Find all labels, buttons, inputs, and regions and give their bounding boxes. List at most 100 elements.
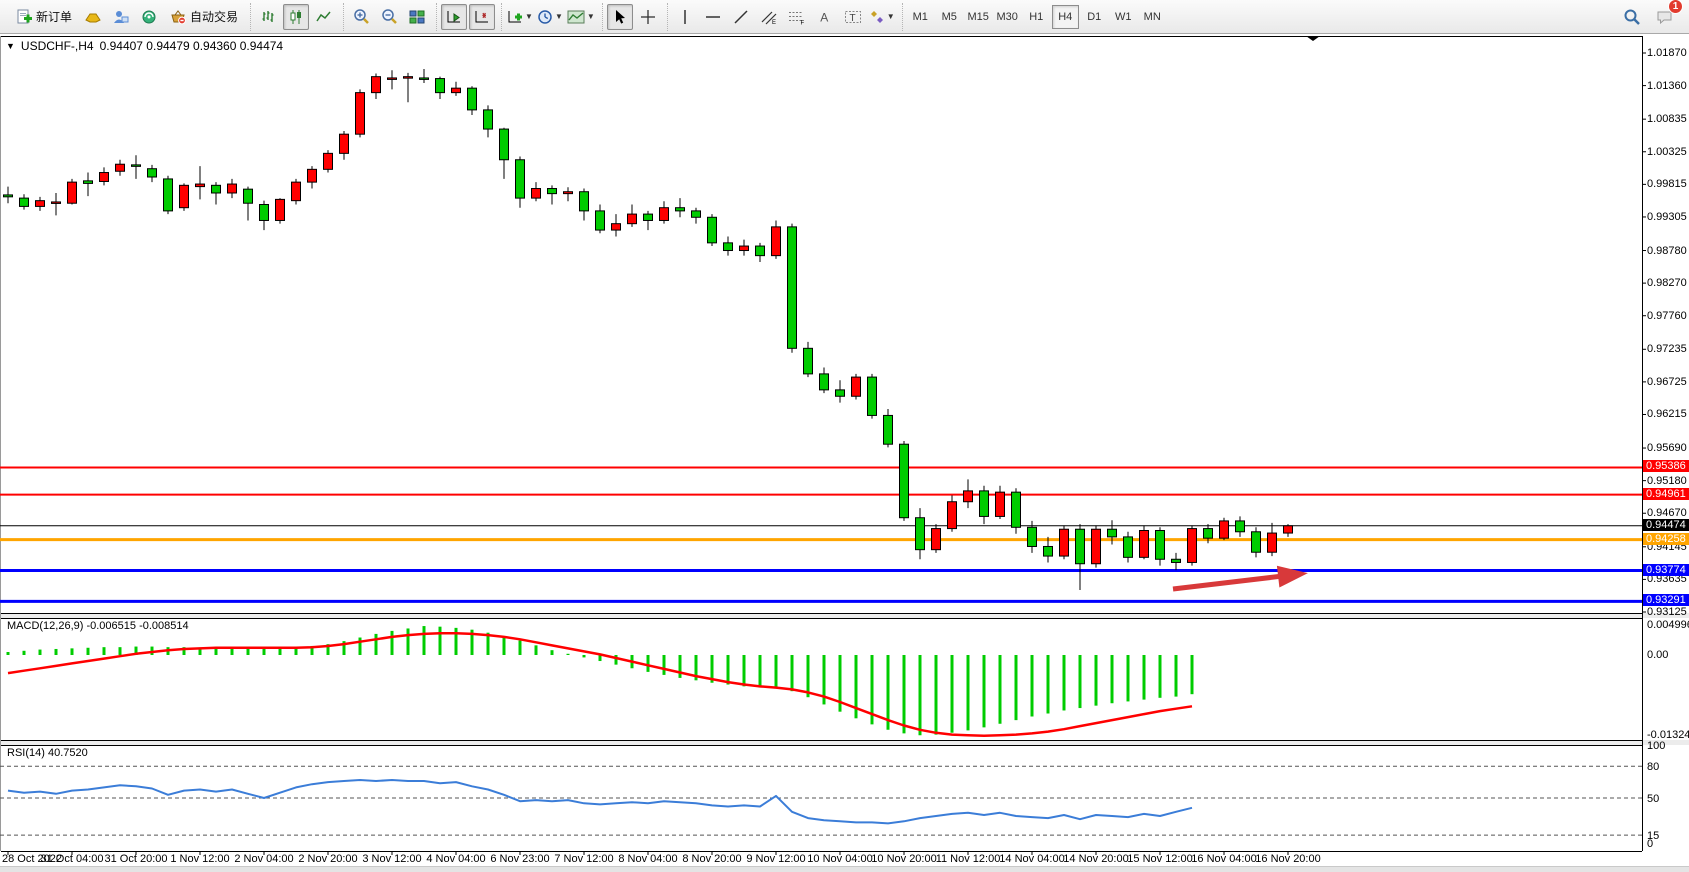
templates-dropdown-arrow: ▼ [587, 12, 595, 21]
new-order-icon [16, 9, 32, 25]
price-tick: 1.00835 [1647, 113, 1687, 125]
navigator-button[interactable] [136, 4, 162, 30]
price-tag: 0.93774 [1643, 564, 1689, 576]
text-label-button[interactable]: T [840, 4, 866, 30]
zoom-in-button[interactable] [348, 4, 374, 30]
timeframe-h4[interactable]: H4 [1052, 5, 1079, 29]
tile-windows-button[interactable] [404, 4, 430, 30]
time-label: 10 Nov 04:00 [807, 853, 872, 865]
timeframe-h1[interactable]: H1 [1023, 5, 1050, 29]
periods-dropdown-arrow: ▼ [555, 12, 563, 21]
templates-button[interactable]: ▼ [566, 4, 596, 30]
macd-indicator-label: MACD(12,26,9) -0.006515 -0.008514 [7, 620, 189, 632]
arrows-tool-button[interactable]: ▼ [868, 4, 896, 30]
svg-text:T: T [849, 12, 855, 23]
periods-button[interactable]: ▼ [536, 4, 564, 30]
horizontal-line-icon [705, 9, 721, 25]
time-label: 8 Nov 20:00 [682, 853, 741, 865]
line-chart-button[interactable] [311, 4, 337, 30]
objects-group: ▼ ▼ ▼ [501, 3, 600, 31]
rsi-tick: 100 [1647, 740, 1665, 752]
vertical-line-icon [677, 9, 693, 25]
profiles-button[interactable] [80, 4, 106, 30]
chart-shift-marker [1306, 36, 1320, 41]
price-tag: 0.95386 [1643, 460, 1689, 472]
lines-group: E F A T ▼ [667, 3, 900, 31]
timeframe-m30[interactable]: M30 [994, 5, 1021, 29]
equidistant-channel-icon: E [760, 9, 778, 25]
periods-icon [537, 9, 553, 25]
trade-group: 新订单 自动交易 [6, 3, 248, 31]
crosshair-button[interactable] [635, 4, 661, 30]
svg-text:F: F [800, 20, 804, 25]
auto-scroll-button[interactable] [441, 4, 467, 30]
horizontal-line-button[interactable] [700, 4, 726, 30]
chart-shift-icon [474, 9, 490, 25]
time-label: 31 Oct 04:00 [41, 853, 104, 865]
annotation-arrow-head [1277, 566, 1308, 588]
candlestick-chart-button[interactable] [283, 4, 309, 30]
zoom-out-button[interactable] [376, 4, 402, 30]
trendline-button[interactable] [728, 4, 754, 30]
timeframe-m15[interactable]: M15 [965, 5, 992, 29]
time-label: 10 Nov 20:00 [871, 853, 936, 865]
line-chart-icon [316, 9, 332, 25]
templates-icon [567, 9, 585, 25]
price-tick: 0.98780 [1647, 245, 1687, 257]
timeframe-m5[interactable]: M5 [936, 5, 963, 29]
crosshair-icon [640, 9, 656, 25]
time-label: 9 Nov 12:00 [746, 853, 805, 865]
macd-tick: 0.00 [1647, 649, 1668, 661]
rsi-tick: 80 [1647, 761, 1659, 773]
time-label: 1 Nov 12:00 [170, 853, 229, 865]
autotrade-label: 自动交易 [190, 8, 238, 25]
price-tick: 0.94670 [1647, 507, 1687, 519]
chart-shift-button[interactable] [469, 4, 495, 30]
timeframe-d1[interactable]: D1 [1081, 5, 1108, 29]
indicators-button[interactable]: ▼ [506, 4, 534, 30]
time-label: 14 Nov 20:00 [1063, 853, 1128, 865]
fibonacci-icon: F [788, 9, 806, 25]
time-label: 7 Nov 12:00 [554, 853, 613, 865]
market-watch-button[interactable] [108, 4, 134, 30]
new-order-button[interactable]: 新订单 [10, 4, 78, 30]
timeframe-m1[interactable]: M1 [907, 5, 934, 29]
timeframe-w1[interactable]: W1 [1110, 5, 1137, 29]
fibonacci-button[interactable]: F [784, 4, 810, 30]
ohlc-quote-label: 0.94407 0.94479 0.94360 0.94474 [100, 39, 284, 53]
tile-windows-icon [409, 9, 425, 25]
market-watch-icon [113, 9, 129, 25]
cursor-button[interactable] [607, 4, 633, 30]
price-tick: 0.95690 [1647, 442, 1687, 454]
price-tag: 0.94258 [1643, 533, 1689, 545]
indicators-dropdown-arrow: ▼ [525, 12, 533, 21]
auto-scroll-icon [446, 9, 462, 25]
price-tag: 0.94474 [1643, 519, 1689, 531]
time-label: 6 Nov 23:00 [490, 853, 549, 865]
equidistant-channel-button[interactable]: E [756, 4, 782, 30]
price-tick: 0.97235 [1647, 343, 1687, 355]
autotrade-button[interactable]: 自动交易 [164, 4, 244, 30]
cursor-icon [612, 9, 628, 25]
symbol-title: ▼ USDCHF-,H4 0.94407 0.94479 0.94360 0.9… [6, 39, 283, 53]
bar-chart-button[interactable] [255, 4, 281, 30]
price-tick: 1.01360 [1647, 80, 1687, 92]
svg-text:A: A [820, 10, 828, 24]
arrows-dropdown-arrow: ▼ [887, 12, 895, 21]
time-label: 14 Nov 04:00 [999, 853, 1064, 865]
time-label: 3 Nov 12:00 [362, 853, 421, 865]
text-button[interactable]: A [812, 4, 838, 30]
trendline-icon [733, 9, 749, 25]
vertical-line-button[interactable] [672, 4, 698, 30]
search-button[interactable] [1619, 4, 1645, 30]
search-icon [1623, 8, 1641, 26]
timeframe-mn[interactable]: MN [1139, 5, 1166, 29]
time-label: 2 Nov 20:00 [298, 853, 357, 865]
chevron-down-icon: ▼ [6, 41, 15, 51]
price-tick: 0.97760 [1647, 310, 1687, 322]
price-tag: 0.94961 [1643, 488, 1689, 500]
rsi-indicator-label: RSI(14) 40.7520 [7, 747, 88, 759]
chat-button[interactable]: 1 [1652, 4, 1678, 30]
rsi-tick: 50 [1647, 793, 1659, 805]
chart-canvas[interactable] [0, 35, 1689, 872]
